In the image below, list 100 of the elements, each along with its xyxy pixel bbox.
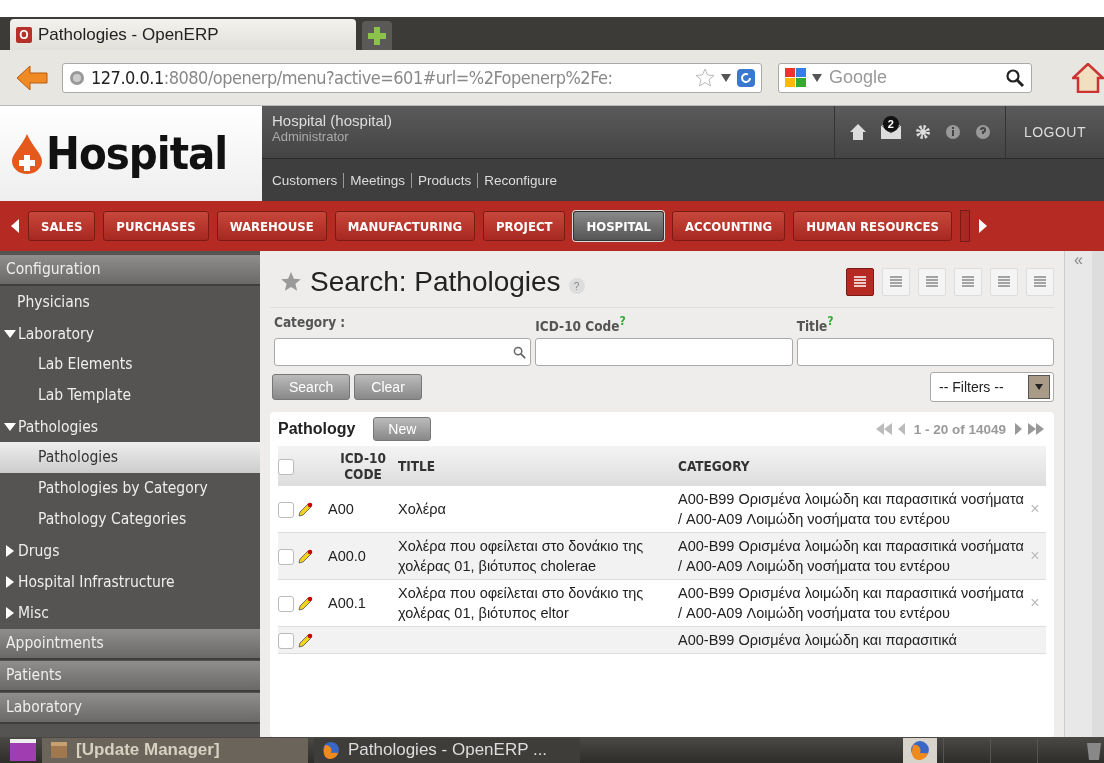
pencil-icon[interactable] bbox=[297, 549, 313, 566]
scrollbar[interactable] bbox=[1092, 251, 1104, 737]
list-title: Pathology bbox=[278, 420, 356, 438]
back-arrow-icon[interactable] bbox=[16, 64, 48, 91]
column-header[interactable]: CATEGORY bbox=[678, 446, 1024, 486]
home-icon[interactable] bbox=[1072, 62, 1104, 93]
next-last-icon[interactable] bbox=[1014, 423, 1046, 435]
menu-tab[interactable]: WAREHOUSE bbox=[216, 211, 327, 241]
notification-badge: 2 bbox=[882, 116, 899, 132]
taskbar-button[interactable]: [Update Manager] bbox=[42, 737, 308, 763]
column-header[interactable]: ICD-10 CODE bbox=[328, 446, 398, 486]
search-icon[interactable] bbox=[1005, 67, 1025, 88]
menu-tab[interactable]: SALES bbox=[28, 211, 96, 241]
address-bar[interactable]: 127.0.0.1:8080/openerp/menu?active=601#url=%2Fopenerp%2Fe: bbox=[62, 62, 762, 93]
list-view-icon[interactable] bbox=[846, 268, 874, 296]
new-tab-button[interactable] bbox=[362, 21, 392, 50]
table-cell: A00 bbox=[328, 501, 354, 517]
expanded-triangle-icon[interactable] bbox=[4, 420, 16, 433]
pencil-icon[interactable] bbox=[297, 596, 313, 613]
firefox-icon bbox=[322, 741, 340, 759]
trash-icon[interactable] bbox=[1084, 740, 1104, 760]
workspace-icon[interactable] bbox=[10, 739, 36, 761]
globe-icon bbox=[69, 69, 85, 86]
shortcut-link[interactable]: Reconfigure bbox=[477, 172, 564, 188]
sidebar-section[interactable]: Configuration bbox=[0, 255, 260, 286]
shortcut-link[interactable]: Customers bbox=[272, 172, 344, 188]
scroll-right-icon[interactable] bbox=[977, 219, 988, 233]
field-label: Category : bbox=[274, 314, 346, 330]
page-title: Search: Pathologies bbox=[310, 266, 561, 298]
shortcut-link[interactable]: Meetings bbox=[343, 172, 412, 188]
sidebar-folder[interactable]: Drugs bbox=[18, 541, 60, 560]
settings-icon[interactable] bbox=[914, 124, 931, 140]
dropdown-arrow-icon[interactable] bbox=[1035, 384, 1043, 390]
collapsed-triangle-icon[interactable] bbox=[4, 575, 16, 588]
sidebar-item[interactable]: Pathologies bbox=[0, 442, 260, 473]
package-icon bbox=[50, 741, 68, 759]
table-cell: A00-B99 Ορισμένα λοιμώδη και παρασιτικά νοσήματα / A00-A09 Λοιμώδη νοσήματα του εντέρου bbox=[678, 491, 1024, 527]
sidebar-folder[interactable]: Laboratory bbox=[18, 324, 94, 343]
help-icon[interactable] bbox=[974, 124, 991, 140]
collapsed-triangle-icon[interactable] bbox=[4, 544, 16, 557]
menu-tab[interactable]: HOSPITAL bbox=[573, 211, 664, 241]
dropdown-icon[interactable] bbox=[812, 73, 822, 82]
user-name: Administrator bbox=[272, 129, 350, 144]
sidebar-section[interactable]: Laboratory bbox=[0, 693, 260, 724]
sidebar-item[interactable]: Pathologies by Category bbox=[0, 473, 260, 504]
table-cell: A00.0 bbox=[328, 548, 366, 564]
column-header[interactable]: TITLE bbox=[398, 446, 678, 486]
shortcut-link[interactable]: Products bbox=[411, 172, 478, 188]
menu-tab[interactable]: PROJECT bbox=[483, 211, 566, 241]
sidebar-item[interactable]: Physicians bbox=[0, 287, 260, 318]
sidebar-item[interactable]: Lab Template bbox=[0, 380, 260, 411]
sidebar-folder[interactable]: Misc bbox=[18, 603, 49, 622]
table-cell: A00-B99 Ορισμένα λοιμώδη και παρασιτικά bbox=[678, 632, 957, 648]
firefox-tray-icon[interactable] bbox=[903, 737, 937, 763]
home-icon[interactable] bbox=[848, 123, 867, 141]
browser-tab[interactable]: O Pathologies - OpenERP bbox=[10, 19, 356, 50]
pencil-icon[interactable] bbox=[297, 633, 313, 650]
select-all-checkbox[interactable] bbox=[278, 458, 294, 475]
star-icon[interactable] bbox=[695, 67, 715, 88]
menu-tab[interactable]: PURCHASES bbox=[103, 211, 209, 241]
pager: 1 - 20 of 14049 bbox=[913, 421, 1006, 437]
search-input[interactable] bbox=[274, 338, 532, 366]
sidebar-section[interactable]: Patients bbox=[0, 661, 260, 692]
scroll-left-icon[interactable] bbox=[10, 219, 20, 233]
expanded-triangle-icon[interactable] bbox=[4, 327, 16, 340]
google-logo-icon bbox=[785, 67, 807, 88]
taskbar-button[interactable]: Pathologies - OpenERP ... bbox=[314, 737, 580, 763]
menu-tab[interactable]: MANUFACTURING bbox=[334, 211, 476, 241]
pencil-icon[interactable] bbox=[297, 502, 313, 519]
sidebar-folder[interactable]: Pathologies bbox=[18, 417, 99, 436]
table-cell: Χολέρα bbox=[398, 501, 446, 517]
table-cell: Χολέρα που οφείλεται στο δονάκιο της χολέρας 01, βιότυπος cholerae bbox=[398, 538, 644, 574]
table-cell: A00.1 bbox=[328, 595, 366, 611]
company-name: Hospital (hospital) bbox=[272, 112, 394, 129]
field-label: ICD-10 Code bbox=[535, 317, 620, 334]
row-checkbox[interactable] bbox=[278, 549, 294, 566]
search-input[interactable] bbox=[535, 338, 793, 366]
sidebar-folder[interactable]: Hospital Infrastructure bbox=[18, 572, 175, 591]
table-cell: A00-B99 Ορισμένα λοιμώδη και παρασιτικά νοσήματα / A00-A09 Λοιμώδη νοσήματα του εντέρου bbox=[678, 538, 1024, 574]
sidebar-item[interactable]: Pathology Categories bbox=[0, 504, 260, 535]
collapsed-triangle-icon[interactable] bbox=[4, 606, 16, 619]
row-checkbox[interactable] bbox=[278, 633, 294, 650]
plus-icon bbox=[368, 26, 386, 45]
sidebar-item[interactable]: Lab Elements bbox=[0, 349, 260, 380]
menu-tab[interactable]: ACCOUNTING bbox=[672, 211, 786, 241]
row-checkbox[interactable] bbox=[278, 502, 294, 519]
info-icon[interactable] bbox=[944, 124, 961, 140]
menu-tab[interactable]: HUMAN RESOURCES bbox=[793, 211, 952, 241]
field-label: Title bbox=[796, 317, 828, 334]
row-checkbox[interactable] bbox=[278, 596, 294, 613]
favorite-star-icon[interactable] bbox=[280, 271, 302, 293]
table-cell: A00-B99 Ορισμένα λοιμώδη και παρασιτικά νοσήματα / A00-A09 Λοιμώδη νοσήματα του εντέρου bbox=[678, 585, 1024, 621]
dropdown-icon[interactable] bbox=[721, 73, 731, 82]
search-input[interactable] bbox=[796, 338, 1054, 366]
table-cell: Χολέρα που οφείλεται στο δονάκιο της χολέρας 01, βιότυπος eltor bbox=[398, 585, 644, 621]
favicon: O bbox=[16, 26, 32, 43]
sidebar-section[interactable]: Appointments bbox=[0, 629, 260, 660]
search-field[interactable]: Google bbox=[778, 62, 1032, 93]
filters-dropdown[interactable]: -- Filters -- bbox=[930, 372, 1054, 402]
reload-icon[interactable] bbox=[737, 68, 755, 87]
